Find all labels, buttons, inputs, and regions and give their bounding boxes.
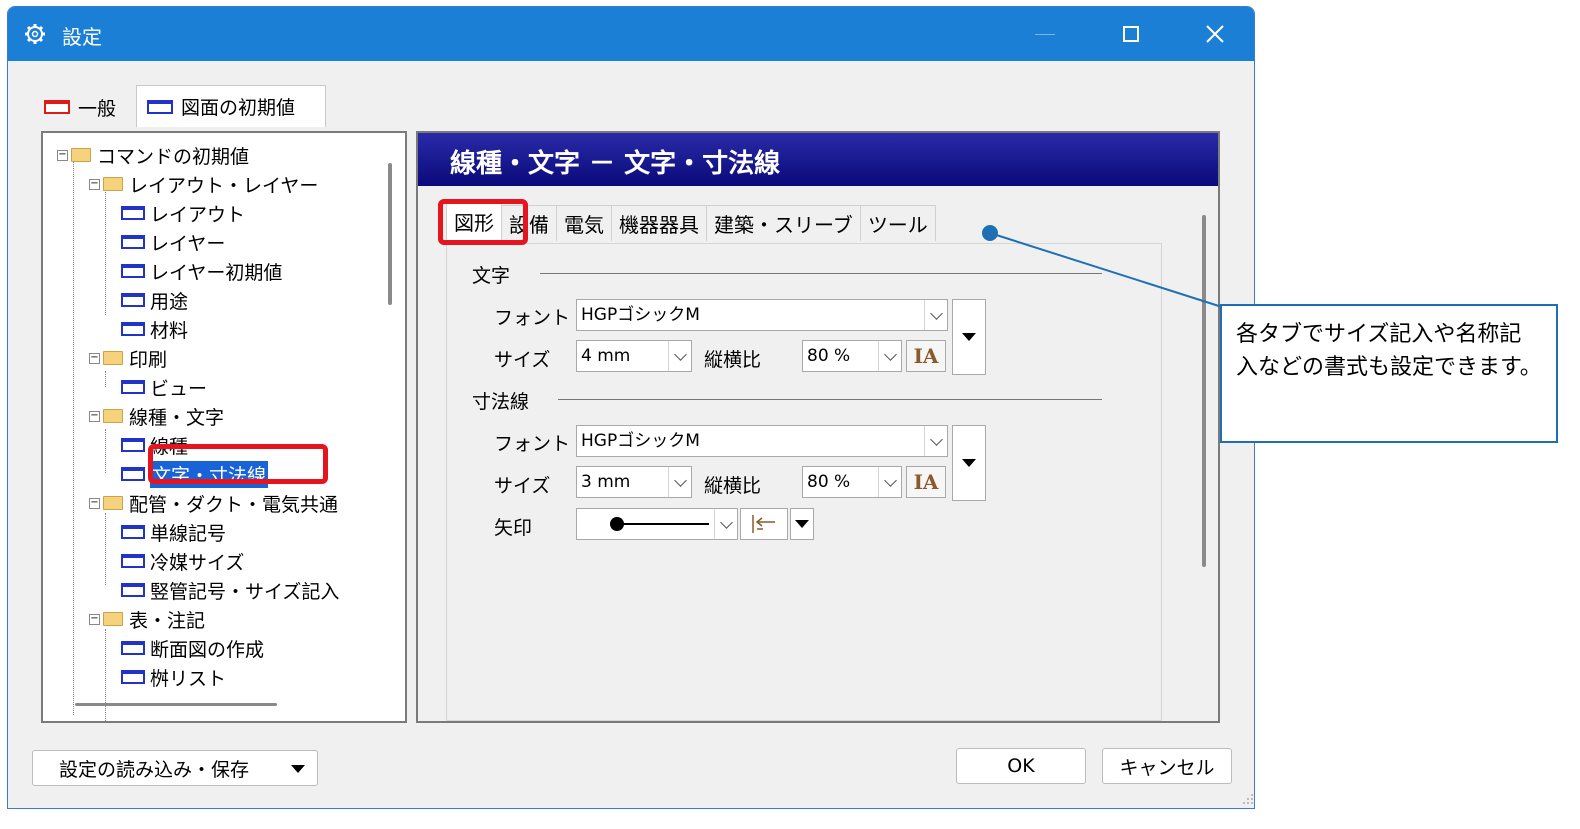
callout-text: 各タブでサイズ記入や名称記入などの書式も設定できます。 — [1236, 322, 1542, 380]
callout-note: 各タブでサイズ記入や名称記入などの書式も設定できます。 — [1220, 304, 1558, 443]
